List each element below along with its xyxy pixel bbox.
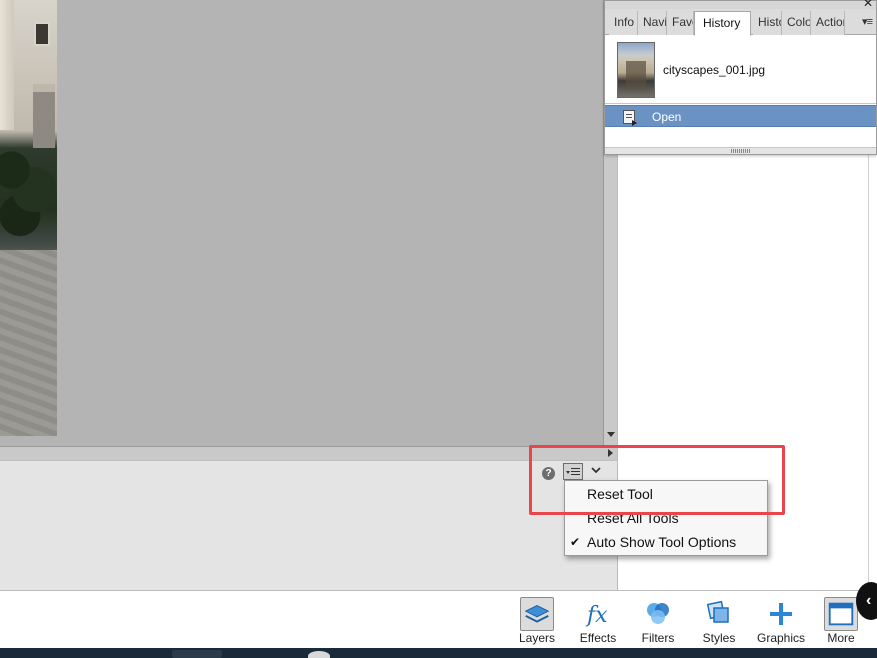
graphics-button[interactable]: Graphics bbox=[752, 595, 810, 647]
chevron-left-icon: ‹ bbox=[866, 592, 872, 609]
tab-info[interactable]: Info bbox=[609, 11, 638, 35]
document-open-icon bbox=[623, 110, 637, 126]
filters-icon bbox=[647, 603, 669, 624]
os-taskbar bbox=[0, 648, 877, 658]
os-taskbar-item[interactable] bbox=[172, 650, 222, 658]
tab-color[interactable]: Color bbox=[782, 11, 811, 35]
horizontal-scrollbar[interactable] bbox=[0, 446, 603, 460]
snapshot-name: cityscapes_001.jpg bbox=[663, 63, 766, 77]
image-pillar bbox=[0, 0, 14, 130]
plus-icon bbox=[770, 603, 792, 625]
annotation-highlight bbox=[529, 445, 785, 515]
scroll-down-arrow-icon[interactable] bbox=[607, 432, 615, 437]
panel-menu-icon[interactable]: ▾≡ bbox=[862, 15, 873, 28]
filters-button[interactable]: Filters bbox=[634, 595, 682, 647]
taskbar-label: More bbox=[827, 631, 855, 645]
taskbar-label: Effects bbox=[579, 631, 617, 645]
styles-icon bbox=[706, 600, 729, 623]
effects-button[interactable]: fx Effects bbox=[574, 595, 622, 647]
snapshot-thumbnail bbox=[617, 42, 655, 98]
tab-history[interactable]: History bbox=[694, 11, 751, 36]
document-image[interactable] bbox=[0, 0, 57, 436]
menu-item-label: Auto Show Tool Options bbox=[587, 534, 737, 550]
panel-resize-handle[interactable] bbox=[605, 147, 876, 154]
menu-item-auto-show-tool-options[interactable]: ✔ Auto Show Tool Options bbox=[565, 531, 767, 553]
layers-icon bbox=[520, 597, 554, 631]
fx-icon: fx bbox=[585, 603, 608, 628]
os-taskbar-item[interactable] bbox=[308, 651, 330, 658]
tab-actions[interactable]: Actions bbox=[811, 11, 845, 35]
more-icon bbox=[824, 597, 858, 631]
tab-favorites[interactable]: Favorites bbox=[667, 11, 694, 35]
image-pavement bbox=[0, 250, 57, 436]
check-icon: ✔ bbox=[570, 535, 581, 549]
history-item-open[interactable]: Open bbox=[605, 105, 876, 127]
layers-button[interactable]: Layers bbox=[513, 595, 561, 647]
taskbar-label: Graphics bbox=[756, 631, 806, 645]
panel-divider bbox=[868, 150, 869, 590]
document-canvas[interactable] bbox=[0, 0, 603, 446]
panel-titlebar[interactable] bbox=[605, 1, 876, 9]
taskbar-label: Filters bbox=[641, 631, 675, 645]
tool-options-bar bbox=[0, 460, 617, 590]
taskbar-label: Layers bbox=[518, 631, 556, 645]
history-item-label: Open bbox=[652, 110, 682, 124]
tab-histogram[interactable]: Histogram bbox=[753, 11, 782, 35]
taskbar-label: Styles bbox=[702, 631, 736, 645]
styles-button[interactable]: Styles bbox=[695, 595, 743, 647]
image-window bbox=[34, 22, 50, 46]
close-icon[interactable]: ✕ bbox=[863, 0, 873, 9]
panel-tabs: Info Navigator Favorites History Histogr… bbox=[605, 9, 876, 36]
svg-text:fx: fx bbox=[585, 603, 608, 628]
tab-navigator[interactable]: Navigator bbox=[638, 11, 667, 35]
history-panel: ✕ Info Navigator Favorites History Histo… bbox=[604, 0, 877, 155]
history-snapshot[interactable]: cityscapes_001.jpg bbox=[605, 36, 876, 104]
bottom-taskbar: Layers fx Effects Filters Styles Graphic… bbox=[0, 590, 877, 648]
image-tree bbox=[0, 118, 57, 248]
